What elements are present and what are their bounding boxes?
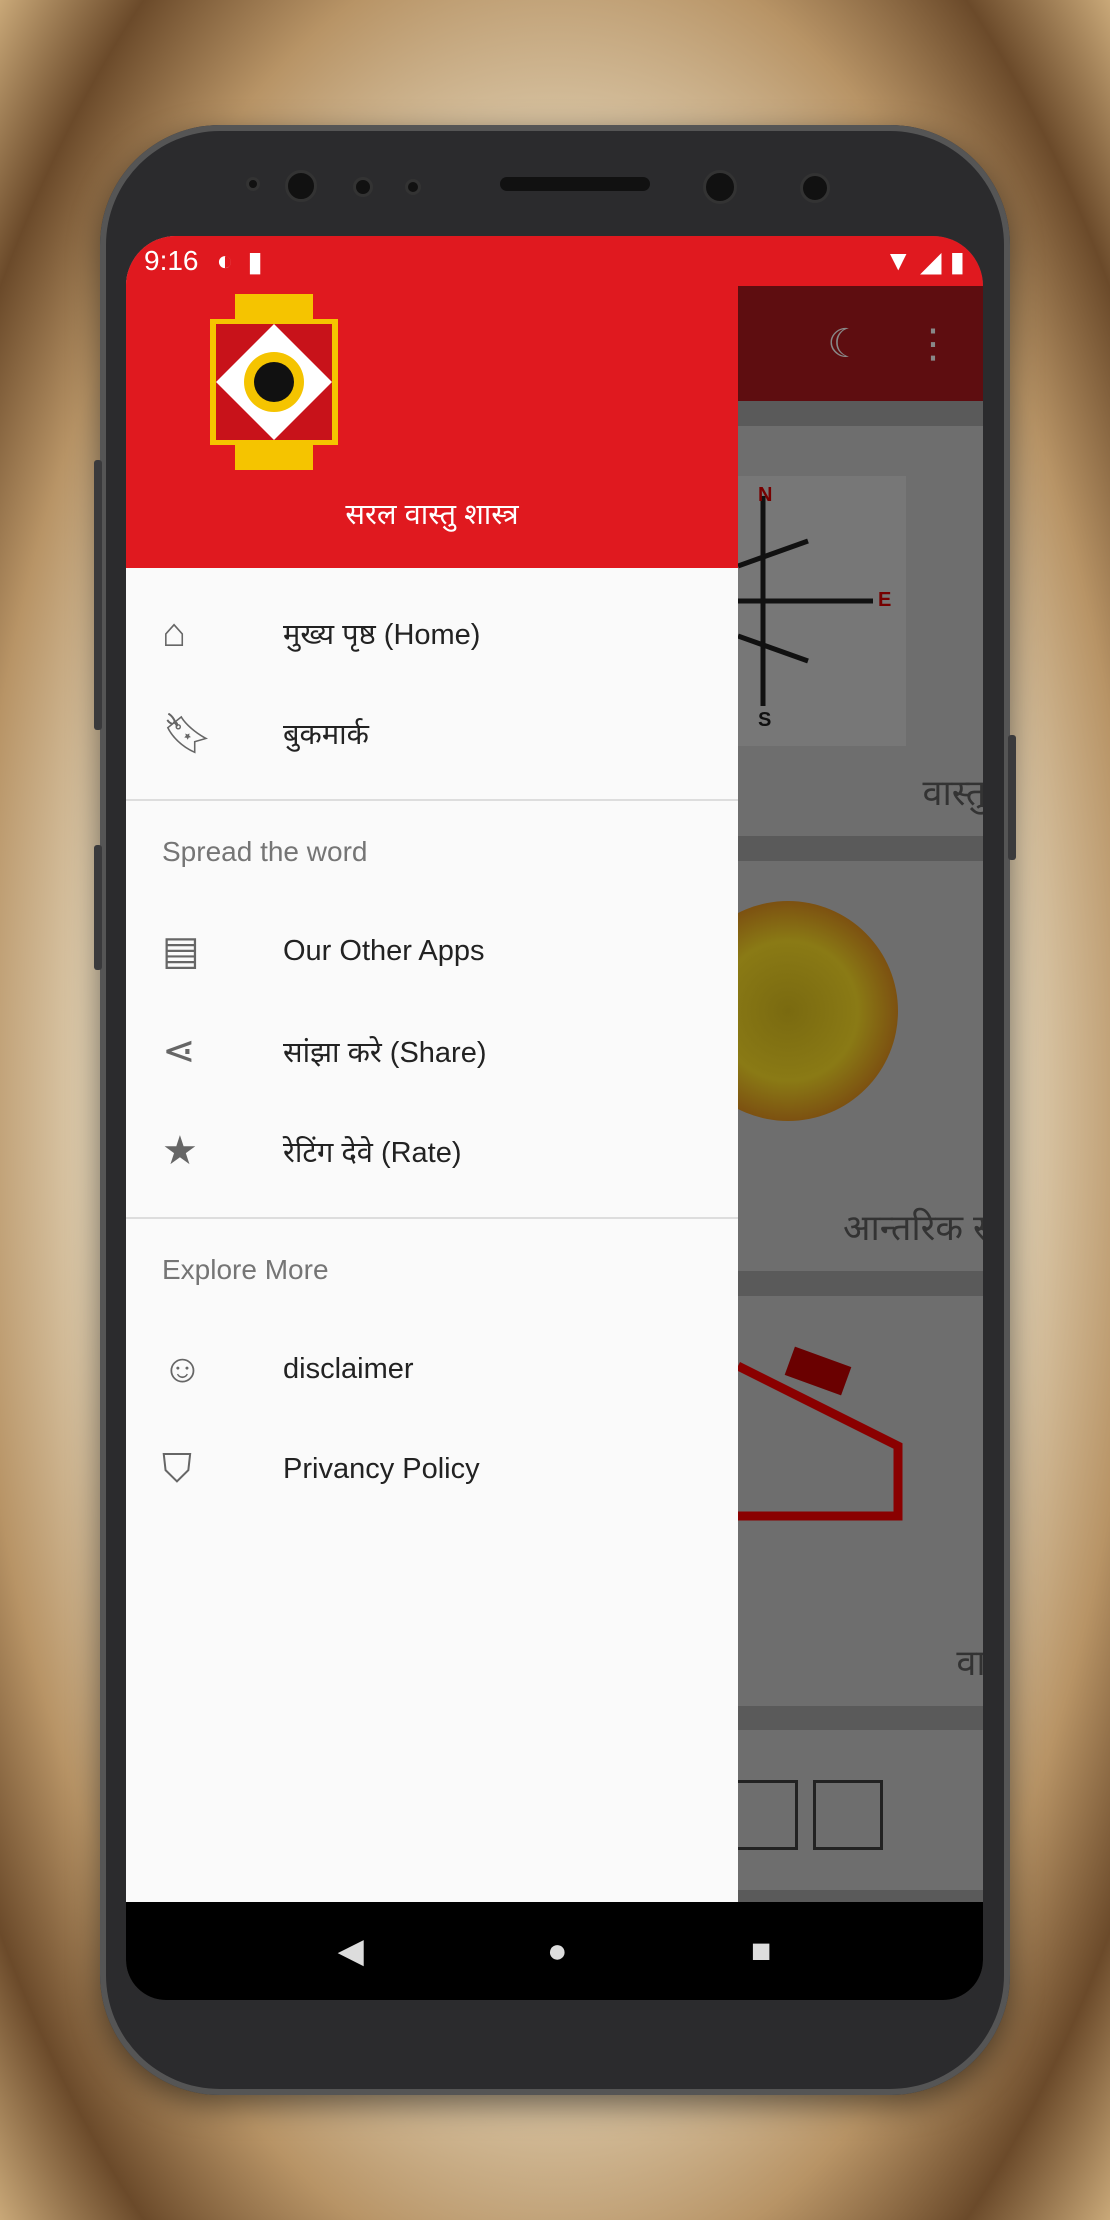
system-nav-bar: ◀ ● ■ [126,1902,983,2000]
night-mode-icon[interactable]: ☾ [827,321,863,367]
front-camera [285,170,317,202]
card-title: वास्तुशा [956,1642,983,1683]
menu-item-label: Our Other Apps [283,934,485,967]
home-button-icon[interactable]: ● [547,1932,568,1971]
card-vastu[interactable]: N E S वास्तुशास्त्र [738,426,983,836]
menu-item-rate[interactable]: ★ रेटिंग देवे (Rate) [126,1106,738,1196]
app-logo [210,294,338,470]
sensor [353,177,373,197]
recents-icon[interactable]: ■ [751,1932,772,1971]
home-icon: ⌂ [162,610,187,655]
card-bottom[interactable] [728,1730,983,1890]
sd-card-icon: ▮ [247,245,263,277]
divider [126,1217,738,1219]
star-icon: ★ [162,1129,198,1173]
status-time: 9:16 [144,245,199,276]
menu-item-label: सांझा करे (Share) [283,1036,487,1069]
sensor [246,177,260,191]
house-image [738,1346,903,1521]
drawer-title: सरल वास्तु शास्त्र [345,499,519,531]
speaker [500,177,650,191]
volume-button [94,460,102,730]
share-icon: ⋖ [162,1029,196,1073]
menu-item-home[interactable]: ⌂ मुख्य पृष्ठ (Home) [126,588,738,678]
compass-image: N E S [738,476,906,746]
section-header-spread: Spread the word [162,836,368,867]
screen: 9:16 ◐ ▮ ▼ ◢ ▮ ☾ ⋮ N E S वास्तुशास्त्र आन… [126,236,983,2000]
menu-item-label: Privancy Policy [283,1452,480,1485]
divider [126,799,738,801]
menu-item-label: मुख्य पृष्ठ (Home) [283,618,481,651]
card-construction[interactable]: वास्तुशा [738,1296,983,1706]
shield-info-icon: ⛉ [162,1446,192,1491]
menu-item-bookmarks[interactable]: 🔖︎ बुकमार्क [126,688,738,778]
signal-icon: ◢ [920,245,942,277]
store-icon: ▤ [162,929,200,973]
section-header-explore: Explore More [162,1254,329,1285]
sensor [800,173,830,203]
wifi-icon: ▼ [884,245,913,276]
menu-item-label: disclaimer [283,1352,414,1385]
menu-item-privacy-policy[interactable]: ⛉ Privancy Policy [126,1424,738,1514]
menu-item-label: बुकमार्क [283,718,369,751]
more-options-icon[interactable]: ⋮ [913,321,953,367]
front-camera-2 [703,170,737,204]
menu-item-disclaimer[interactable]: ☺ disclaimer [126,1324,738,1414]
side-button [94,845,102,970]
smiley-icon: ☺ [162,1346,203,1391]
svg-text:S: S [758,709,771,731]
menu-item-other-apps[interactable]: ▤ Our Other Apps [126,906,738,996]
back-icon[interactable]: ◀ [338,1931,364,1971]
menu-item-share[interactable]: ⋖ सांझा करे (Share) [126,1006,738,1096]
thumbnail[interactable] [728,1780,798,1850]
menu-item-label: रेटिंग देवे (Rate) [283,1136,462,1169]
status-bar: 9:16 ◐ ▮ ▼ ◢ ▮ [126,236,983,286]
bookmarks-icon: 🔖︎ [162,711,213,756]
sensor [405,179,421,195]
thumbnail[interactable] [813,1780,883,1850]
power-button [1008,735,1016,860]
card-interior[interactable]: आन्तरिक सज्जा [678,861,983,1271]
svg-text:N: N [758,484,772,506]
notification-icon: ◐ [216,245,234,276]
navigation-drawer: सरल वास्तु शास्त्र ⌂ मुख्य पृष्ठ (Home) … [126,236,738,1902]
card-title: वास्तुशास्त्र [922,772,983,813]
svg-text:E: E [878,589,891,611]
card-title: आन्तरिक सज्जा [842,1207,983,1248]
battery-icon: ▮ [949,245,965,277]
